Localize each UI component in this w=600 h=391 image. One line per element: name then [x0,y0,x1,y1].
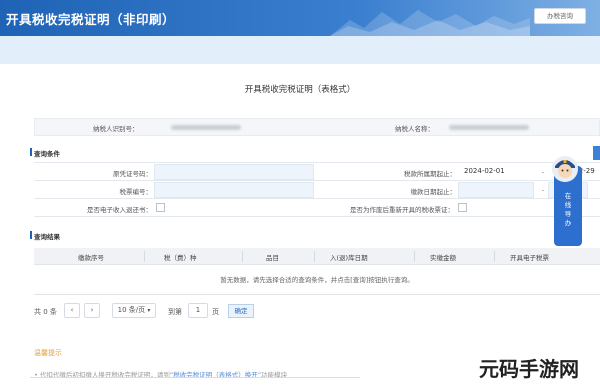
prev-page-button[interactable]: ‹ [64,303,80,318]
query-form: 原凭证号码： 税款所属期起止： 2024-02-01 - 2024-02-29 … [34,162,600,217]
tax-period-from-input[interactable]: 2024-02-01 [458,164,534,180]
online-guide-text: 在线导办 [564,192,572,227]
goto-label: 到第 [168,308,182,316]
next-page-button[interactable]: › [84,303,100,318]
taxpayer-id-label: 纳税人识别号： [93,125,139,133]
goto-confirm-button[interactable]: 确定 [228,304,254,318]
column-separator [144,251,145,262]
taxpayer-name-value [449,125,529,130]
page-unit: 页 [212,308,219,316]
taxpayer-info-row: 纳税人识别号： 纳税人名称： [34,118,600,136]
taxpayer-id-value [171,125,241,130]
column-header: 入(退)库日期 [330,254,368,262]
page-title: 开具税收完税证明（表格式） [244,85,356,95]
tax-code-label: 税票编号： [119,188,153,196]
column-separator [414,251,415,262]
e-notice-label: 是否电子收入退还书： [87,206,152,214]
mountain-decoration [330,10,530,36]
query-button[interactable] [593,146,600,160]
reissue-label: 是否为作废后重新开具的税收票证： [350,206,454,214]
tax-period-separator: - [541,168,544,176]
online-guide-widget[interactable]: 在线导办 [552,156,582,246]
tax-consult-button[interactable]: 办税咨询 [534,8,586,24]
column-separator [494,251,495,262]
query-section-title: 查询条件 [30,148,60,158]
site-watermark: 元码手游网 [479,357,579,381]
voucher-no-label: 原凭证号码： [113,170,152,178]
paid-date-from-input[interactable] [458,182,534,198]
app-header: 开具税收完税证明（非印刷） 办税咨询 [0,0,600,36]
chevron-left-icon: ‹ [70,306,74,314]
page-size-value: 10 条/页 [117,306,146,314]
page-number-input[interactable]: 1 [188,303,208,318]
results-table-header: 缴款序号 税（费）种 品目 入(退)库日期 实缴金额 开具电子税票 [34,248,600,265]
voucher-no-input[interactable] [154,164,314,180]
column-separator [242,251,243,262]
assistant-avatar-icon [552,156,578,182]
paid-date-separator: - [541,186,544,194]
chevron-right-icon: › [90,306,94,314]
column-header: 品目 [266,254,279,262]
tax-code-input[interactable] [154,182,314,198]
sub-banner [0,36,600,64]
column-header: 实缴金额 [430,254,456,262]
results-section-title: 查询结果 [30,231,60,241]
column-header: 开具电子税票 [510,254,549,262]
tips-title: 温馨提示 [34,349,62,357]
paid-date-label: 缴款日期起止： [410,188,457,196]
column-header: 税（费）种 [164,254,197,262]
form-row-3: 是否电子收入退还书： 是否为作废后重新开具的税收票证： [34,199,600,217]
tax-period-label: 税款所属期起止： [404,170,456,178]
form-row-1: 原凭证号码： 税款所属期起止： 2024-02-01 - 2024-02-29 [34,163,600,181]
form-row-2: 税票编号： 缴款日期起止： - [34,181,600,199]
column-header: 缴款序号 [78,254,104,262]
total-count: 共 0 条 [34,308,57,316]
reissue-checkbox[interactable] [458,203,467,212]
online-guide-label: 在线导办 [554,192,582,228]
header-title: 开具税收完税证明（非印刷） [6,12,176,27]
chevron-down-icon: ▾ [147,307,151,314]
empty-results-message: 暂无数据，请先选择合适的查询条件，并点击[查询]按钮执行查询。 [34,265,600,295]
taxpayer-name-label: 纳税人名称： [395,125,434,133]
tips-divider [30,377,360,378]
column-separator [314,251,315,262]
page-size-select[interactable]: 10 条/页 ▾ [112,303,156,318]
e-notice-checkbox[interactable] [156,203,165,212]
